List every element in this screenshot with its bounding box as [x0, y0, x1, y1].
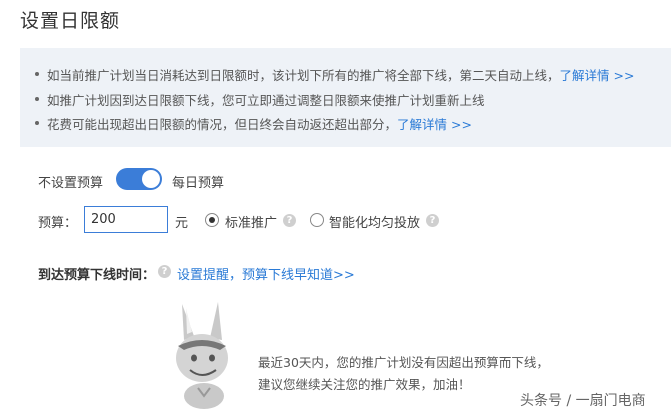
bullet-icon [35, 121, 39, 125]
notice-text: 如当前推广计划当日消耗达到日限额时，该计划下所有的推广将全部下线，第二天自动上线… [47, 68, 560, 83]
watermark: 头条号 / 一扇门电商 [520, 393, 646, 409]
empty-state-line2: 建议您继续关注您的推广效果，加油！ [258, 377, 471, 392]
standard-radio[interactable] [205, 213, 219, 227]
bullet-icon [35, 97, 39, 101]
budget-label: 预算： [38, 216, 78, 231]
standard-label: 标准推广 [225, 216, 278, 231]
bullet-icon [35, 72, 39, 76]
daily-budget-label: 每日预算 [172, 176, 225, 191]
help-icon[interactable]: ? [426, 214, 439, 227]
help-icon[interactable]: ? [283, 214, 296, 227]
notice-panel: 如当前推广计划当日消耗达到日限额时，该计划下所有的推广将全部下线，第二天自动上线… [20, 48, 671, 147]
mascot-illustration [176, 302, 228, 409]
budget-input[interactable] [84, 206, 168, 233]
learn-more-link[interactable]: 了解详情 >> [560, 68, 635, 83]
smart-label: 智能化均匀投放 [329, 216, 421, 231]
budget-mode-toggle[interactable] [116, 168, 162, 190]
currency-unit: 元 [175, 216, 189, 231]
notice-text: 如推广计划因到达日限额下线，您可立即通过调整日限额来使推广计划重新上线 [47, 93, 485, 108]
help-icon[interactable]: ? [158, 265, 171, 278]
smart-radio[interactable] [310, 213, 324, 227]
no-budget-label: 不设置预算 [38, 176, 104, 191]
offline-time-label: 到达预算下线时间： [38, 268, 156, 283]
page-title: 设置日限额 [20, 10, 121, 32]
empty-state-line1: 最近30天内，您的推广计划没有因超出预算而下线， [258, 355, 549, 370]
toggle-knob [142, 170, 160, 188]
learn-more-link[interactable]: 了解详情 >> [397, 117, 472, 132]
notice-text: 花费可能出现超出日限额的情况，但日终会自动返还超出部分， [47, 117, 398, 132]
set-reminder-link[interactable]: 设置提醒，预算下线早知道>> [177, 264, 355, 283]
